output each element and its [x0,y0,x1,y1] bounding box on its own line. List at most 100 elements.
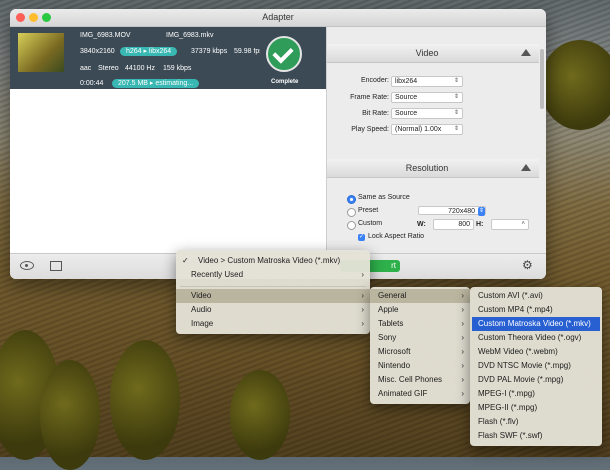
bitrate-value: Source [395,110,418,117]
menu-item-audio[interactable]: Audio › [176,303,370,317]
submenu-arrow-icon: › [361,319,364,328]
codec-to: libx264 [149,48,172,55]
resolution-section-header[interactable]: Resolution [327,159,539,178]
updown-icon: ⇕ [453,110,459,116]
submenu-item-tablets[interactable]: Tablets › [370,317,470,331]
gear-icon[interactable]: ⚙ [522,258,533,272]
submenu-item-microsoft[interactable]: Microsoft › [370,345,470,359]
custom-radio[interactable] [347,221,356,230]
submenu-arrow-icon: › [461,375,464,384]
size-pill: 207.5 MB ▸ estimating... [112,79,200,88]
format-item-label: Flash SWF (*.swf) [478,431,543,440]
width-label: W: [417,221,426,228]
audio-bitrate: 159 kbps [163,65,192,72]
format-item-dvd-ntsc[interactable]: DVD NTSC Movie (*.mpg) [470,359,602,373]
format-item-mpeg1[interactable]: MPEG-I (*.mpg) [470,387,602,401]
format-item-mp4[interactable]: Custom MP4 (*.mp4) [470,303,602,317]
playspeed-value: (Normal) 1.00x [395,126,442,133]
format-item-label: Flash (*.flv) [478,417,519,426]
framerate-label: Frame Rate: [350,94,389,101]
video-section-header[interactable]: Video [327,44,539,63]
duration-text: 0:00:44 [80,80,104,87]
playspeed-label: Play Speed: [351,126,389,133]
preset-radio[interactable] [347,208,356,217]
size-text: 207.5 MB [118,80,148,87]
submenu-item-animated-gif[interactable]: Animated GIF › [370,387,470,401]
height-label: H: [476,221,484,228]
submenu-arrow-icon: › [461,333,464,342]
format-item-flv[interactable]: Flash (*.flv) [470,415,602,429]
menu-item-label: Video [191,291,212,300]
updown-icon: ⇕ [453,94,459,100]
height-input[interactable]: ˄ [491,219,529,230]
same-as-source-radio[interactable] [347,195,356,204]
adapter-window: Adapter IMG_6983.MOV IMG_6983.mkv 3840x2… [10,9,546,279]
format-item-label: Custom AVI (*.avi) [478,291,543,300]
updown-icon: ⇕ [453,78,459,84]
submenu-item-general[interactable]: General › [370,289,470,303]
menu-item-video[interactable]: Video › [176,289,370,303]
framerate-value: Source [395,94,418,101]
preset-label: Preset [358,207,379,214]
custom-label: Custom [358,220,383,227]
format-item-webm[interactable]: WebM Video (*.webm) [470,345,602,359]
encoder-value: libx264 [395,78,418,85]
bitrate-label: Bit Rate: [362,110,389,117]
video-thumbnail [18,33,64,72]
submenu-arrow-icon: › [461,347,464,356]
file-row[interactable]: IMG_6983.MOV IMG_6983.mkv 3840x2160 h264… [10,27,326,89]
terminal-icon[interactable] [50,261,62,271]
video-section-title: Video [415,48,439,58]
audio-codec: aac [80,65,92,72]
submenu-item-label: Misc. Cell Phones [378,375,443,384]
format-item-mpeg2[interactable]: MPEG-II (*.mpg) [470,401,602,415]
desktop-tree [110,340,180,460]
encoder-select[interactable]: libx264 ⇕ [391,76,463,87]
lock-aspect-label: Lock Aspect Ratio [368,233,425,240]
framerate-select[interactable]: Source ⇕ [391,92,463,103]
general-formats-menu: Custom AVI (*.avi) Custom MP4 (*.mp4) Cu… [470,287,602,446]
format-item-avi[interactable]: Custom AVI (*.avi) [470,289,602,303]
submenu-item-nintendo[interactable]: Nintendo › [370,359,470,373]
width-input[interactable]: 800 [433,219,474,230]
fps-text: 59.98 fps [234,48,260,55]
submenu-item-label: Animated GIF [378,389,428,398]
recently-used-item[interactable]: Recently Used › [176,268,370,282]
output-filename: IMG_6983.mkv [166,32,214,39]
desktop-tree [40,360,100,470]
menu-separator [180,286,366,287]
current-format-item[interactable]: ✓ Video > Custom Matroska Video (*.mkv) [176,254,370,268]
checkmark-icon: ✓ [182,256,189,265]
eye-pupil [25,264,28,267]
collapse-triangle-icon[interactable] [521,49,531,56]
submenu-item-apple[interactable]: Apple › [370,303,470,317]
submenu-arrow-icon: › [361,305,364,314]
lock-aspect-checkbox[interactable]: ✓ [358,234,365,241]
submenu-item-label: Apple [378,305,399,314]
format-item-label: Custom Theora Video (*.ogv) [478,333,582,342]
format-item-swf[interactable]: Flash SWF (*.swf) [470,429,602,443]
collapse-triangle-icon[interactable] [521,164,531,171]
audio-channels: Stereo [98,65,119,72]
codec-pill: h264 ▸ libx264 [120,47,178,56]
format-item-ogv[interactable]: Custom Theora Video (*.ogv) [470,331,602,345]
stepper-icon: ˄ [521,221,525,227]
settings-panel: Video Encoder: libx264 ⇕ Frame Rate: Sour… [326,27,546,253]
submenu-item-label: General [378,291,407,300]
same-as-source-label: Same as Source [358,194,410,201]
format-item-dvd-pal[interactable]: DVD PAL Movie (*.mpg) [470,373,602,387]
submenu-arrow-icon: › [461,305,464,314]
format-item-label: MPEG-I (*.mpg) [478,389,535,398]
format-item-label: DVD NTSC Movie (*.mpg) [478,361,571,370]
settings-scrollbar[interactable] [540,49,544,109]
updown-icon: ⇕ [453,126,459,132]
playspeed-select[interactable]: (Normal) 1.00x ⇕ [391,124,463,135]
format-item-label: WebM Video (*.webm) [478,347,558,356]
bitrate-select[interactable]: Source ⇕ [391,108,463,119]
format-item-mkv[interactable]: Custom Matroska Video (*.mkv) [472,317,600,331]
desktop-tree [540,40,610,130]
preset-select[interactable]: 720x480 ⇕ [418,206,486,216]
submenu-item-sony[interactable]: Sony › [370,331,470,345]
submenu-item-misc-cell-phones[interactable]: Misc. Cell Phones › [370,373,470,387]
menu-item-image[interactable]: Image › [176,317,370,331]
